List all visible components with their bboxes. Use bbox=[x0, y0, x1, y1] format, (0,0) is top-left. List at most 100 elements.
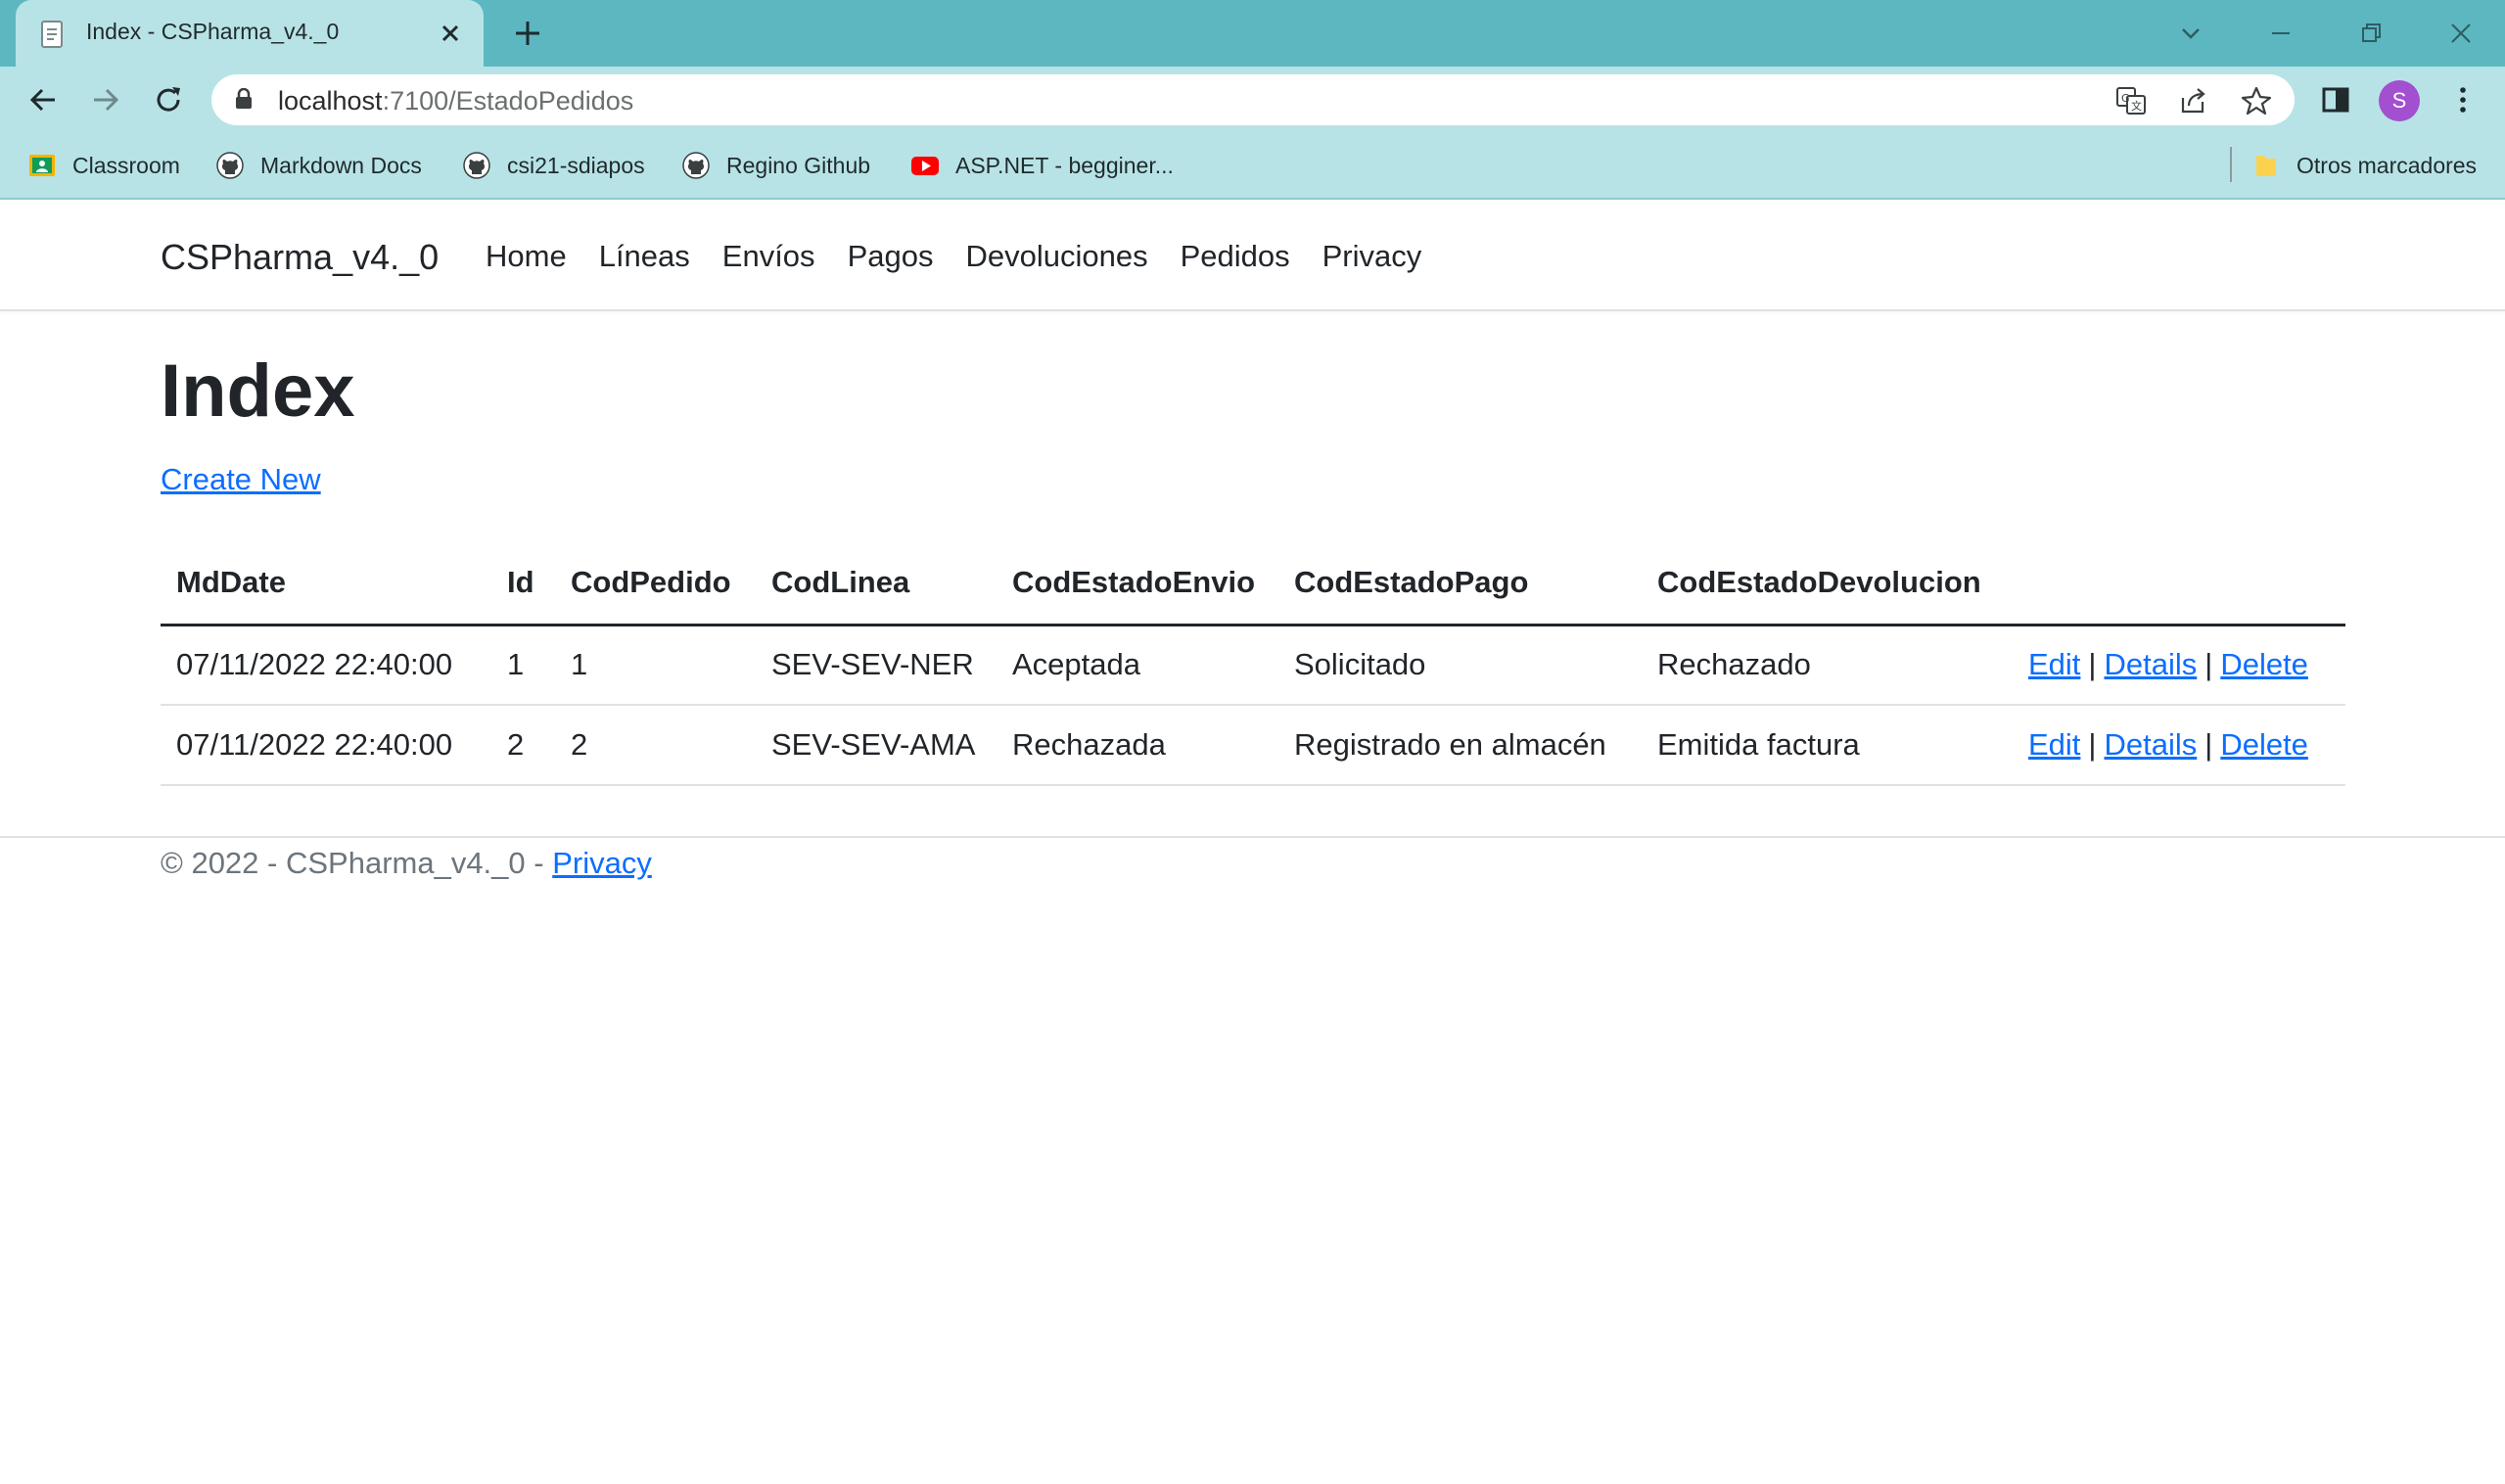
bookmark-markdown-docs[interactable]: Markdown Docs bbox=[215, 149, 422, 182]
site-navbar: CSPharma_v4._0 Home Líneas Envíos Pagos … bbox=[0, 200, 2505, 311]
table-row: 07/11/2022 22:40:00 2 2 SEV-SEV-AMA Rech… bbox=[161, 705, 2345, 786]
cell-codestadoenvio: Aceptada bbox=[997, 625, 1278, 706]
bookmark-label: Classroom bbox=[72, 152, 180, 178]
delete-link[interactable]: Delete bbox=[2220, 727, 2308, 762]
details-link[interactable]: Details bbox=[2104, 647, 2197, 681]
delete-link[interactable]: Delete bbox=[2220, 647, 2308, 681]
bookmark-csi21-sdiapos[interactable]: csi21-sdiapos bbox=[462, 149, 645, 182]
classroom-icon bbox=[29, 155, 55, 176]
other-bookmarks[interactable]: Otros marcadores bbox=[2251, 149, 2477, 182]
edit-link[interactable]: Edit bbox=[2028, 727, 2080, 762]
cell-mddate: 07/11/2022 22:40:00 bbox=[161, 705, 491, 786]
create-new-link[interactable]: Create New bbox=[161, 462, 321, 497]
bookmark-star-icon[interactable] bbox=[2240, 84, 2273, 117]
footer-privacy-link[interactable]: Privacy bbox=[552, 846, 652, 880]
bookmark-label: ASP.NET - begginer... bbox=[955, 152, 1174, 178]
url-host: localhost bbox=[278, 86, 383, 116]
minimize-icon[interactable] bbox=[2261, 14, 2300, 53]
cell-id: 1 bbox=[491, 625, 555, 706]
footer-divider bbox=[0, 836, 2505, 838]
svg-text:G: G bbox=[2121, 92, 2130, 105]
svg-text:文: 文 bbox=[2131, 99, 2142, 113]
column-header-codestadoenvio: CodEstadoEnvio bbox=[997, 542, 1278, 626]
column-header-actions bbox=[2013, 542, 2345, 626]
tab-search-chevron-icon[interactable] bbox=[2171, 14, 2210, 53]
translate-icon[interactable]: G 文 bbox=[2114, 84, 2148, 117]
folder-icon bbox=[2256, 156, 2276, 176]
table-row: 07/11/2022 22:40:00 1 1 SEV-SEV-NER Acep… bbox=[161, 625, 2345, 706]
action-separator: | bbox=[2088, 647, 2097, 682]
bookmarks-divider bbox=[2230, 147, 2232, 182]
column-header-codestadopago: CodEstadoPago bbox=[1278, 542, 1642, 626]
tab-title: Index - CSPharma_v4._0 bbox=[86, 19, 340, 44]
table-header-row: MdDate Id CodPedido CodLinea CodEstadoEn… bbox=[161, 542, 2345, 626]
action-separator: | bbox=[2204, 647, 2213, 682]
page-title: Index bbox=[161, 349, 355, 433]
bookmark-label: Markdown Docs bbox=[260, 152, 422, 178]
back-arrow-icon[interactable] bbox=[25, 82, 61, 117]
cell-codestadopago: Registrado en almacén bbox=[1278, 705, 1642, 786]
bookmark-aspnet[interactable]: ASP.NET - begginer... bbox=[910, 149, 1174, 182]
cell-codestadodevolucion: Rechazado bbox=[1642, 625, 2013, 706]
cell-codestadoenvio: Rechazada bbox=[997, 705, 1278, 786]
site-footer: © 2022 - CSPharma_v4._0 - Privacy bbox=[161, 846, 652, 881]
youtube-icon bbox=[911, 157, 939, 175]
page-content: CSPharma_v4._0 Home Líneas Envíos Pagos … bbox=[0, 200, 2505, 1484]
menu-kebab-icon[interactable] bbox=[2445, 82, 2481, 117]
bookmark-label: Regino Github bbox=[726, 152, 871, 178]
cell-codestadodevolucion: Emitida factura bbox=[1642, 705, 2013, 786]
side-panel-icon[interactable] bbox=[2318, 82, 2353, 117]
nav-link-pagos[interactable]: Pagos bbox=[848, 239, 934, 274]
cell-codlinea: SEV-SEV-NER bbox=[756, 625, 997, 706]
navbar-brand[interactable]: CSPharma_v4._0 bbox=[161, 237, 439, 278]
browser-tab[interactable]: Index - CSPharma_v4._0 bbox=[16, 0, 484, 67]
column-header-id: Id bbox=[491, 542, 555, 626]
cell-id: 2 bbox=[491, 705, 555, 786]
cell-codpedido: 2 bbox=[555, 705, 756, 786]
restore-icon[interactable] bbox=[2351, 14, 2390, 53]
window-close-icon[interactable] bbox=[2441, 14, 2481, 53]
profile-avatar[interactable]: S bbox=[2379, 80, 2420, 121]
estado-pedidos-table: MdDate Id CodPedido CodLinea CodEstadoEn… bbox=[161, 542, 2345, 786]
column-header-codestadodevolucion: CodEstadoDevolucion bbox=[1642, 542, 2013, 626]
nav-link-pedidos[interactable]: Pedidos bbox=[1181, 239, 1290, 274]
nav-link-lineas[interactable]: Líneas bbox=[599, 239, 690, 274]
bookmarks-bar: Classroom Markdown Docs csi21-sdiapos Re… bbox=[0, 133, 2505, 200]
nav-link-home[interactable]: Home bbox=[486, 239, 567, 274]
new-tab-icon[interactable] bbox=[511, 17, 544, 50]
bookmark-label: csi21-sdiapos bbox=[507, 152, 645, 178]
bookmark-regino-github[interactable]: Regino Github bbox=[681, 149, 870, 182]
url-text[interactable]: localhost:7100/EstadoPedidos bbox=[278, 86, 633, 116]
action-separator: | bbox=[2088, 727, 2097, 762]
address-bar[interactable]: localhost:7100/EstadoPedidos G 文 bbox=[211, 74, 2295, 125]
cell-codpedido: 1 bbox=[555, 625, 756, 706]
cell-mddate: 07/11/2022 22:40:00 bbox=[161, 625, 491, 706]
forward-arrow-icon[interactable] bbox=[88, 82, 123, 117]
browser-toolbar: localhost:7100/EstadoPedidos G 文 S bbox=[0, 67, 2505, 133]
cell-actions: Edit | Details | Delete bbox=[2013, 625, 2345, 706]
nav-link-privacy[interactable]: Privacy bbox=[1322, 239, 1422, 274]
edit-link[interactable]: Edit bbox=[2028, 647, 2080, 681]
column-header-mddate: MdDate bbox=[161, 542, 491, 626]
nav-link-envios[interactable]: Envíos bbox=[722, 239, 815, 274]
action-separator: | bbox=[2204, 727, 2213, 762]
github-icon bbox=[682, 152, 710, 179]
bookmark-classroom[interactable]: Classroom bbox=[27, 149, 180, 182]
cell-actions: Edit | Details | Delete bbox=[2013, 705, 2345, 786]
github-icon bbox=[216, 152, 244, 179]
column-header-codlinea: CodLinea bbox=[756, 542, 997, 626]
reload-icon[interactable] bbox=[151, 82, 186, 117]
other-bookmarks-label: Otros marcadores bbox=[2296, 152, 2478, 178]
url-path: :7100/EstadoPedidos bbox=[382, 86, 634, 116]
footer-text: © 2022 - CSPharma_v4._0 - bbox=[161, 846, 553, 880]
column-header-codpedido: CodPedido bbox=[555, 542, 756, 626]
details-link[interactable]: Details bbox=[2104, 727, 2197, 762]
close-icon[interactable] bbox=[437, 20, 464, 47]
share-icon[interactable] bbox=[2177, 84, 2210, 117]
cell-codlinea: SEV-SEV-AMA bbox=[756, 705, 997, 786]
page-icon bbox=[41, 21, 63, 48]
lock-icon[interactable] bbox=[235, 88, 253, 110]
navbar-links: Home Líneas Envíos Pagos Devoluciones Pe… bbox=[486, 239, 1421, 274]
nav-link-devoluciones[interactable]: Devoluciones bbox=[965, 239, 1147, 274]
github-icon bbox=[463, 152, 490, 179]
